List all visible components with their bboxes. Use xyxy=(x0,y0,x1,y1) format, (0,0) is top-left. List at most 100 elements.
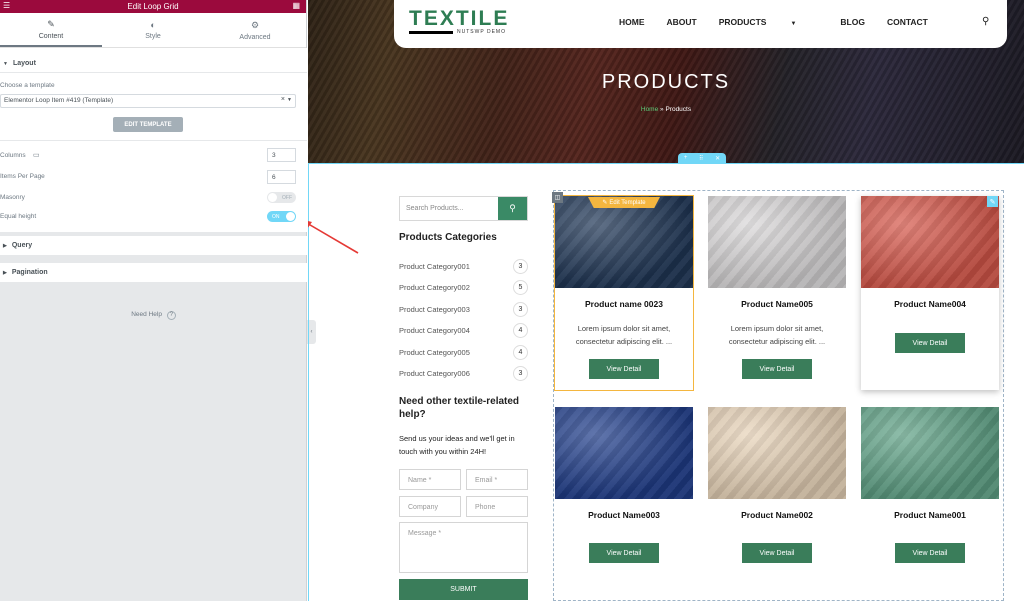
pencil-icon: ✎ xyxy=(602,200,608,206)
category-name: Product Category002 xyxy=(399,282,470,292)
search-button[interactable]: ⚲ xyxy=(498,197,527,220)
equal-height-toggle[interactable]: ON xyxy=(267,211,296,222)
product-card[interactable]: Product Name001 View Detail xyxy=(861,407,999,597)
section-query[interactable]: ▶ Query xyxy=(0,236,307,255)
need-help-link[interactable]: Need Help ? xyxy=(0,311,307,320)
view-detail-button[interactable]: View Detail xyxy=(742,359,812,379)
product-name[interactable]: Product Name002 xyxy=(708,510,846,520)
section-pagination[interactable]: ▶ Pagination xyxy=(0,263,307,282)
category-item[interactable]: Product Category001 3 xyxy=(399,258,528,274)
panel-tabs: ✎ Content ◐ Style ⚙ Advanced xyxy=(0,13,306,48)
logo-text: TEXTILE xyxy=(409,7,510,30)
desktop-icon[interactable]: ▭ xyxy=(33,151,40,159)
section-title: Pagination xyxy=(11,269,48,276)
product-image[interactable] xyxy=(708,196,846,288)
product-image[interactable] xyxy=(555,196,693,288)
help-title: Need other textile-related help? xyxy=(399,396,520,420)
site-logo[interactable]: TEXTILE NUTSWP DEMO xyxy=(409,7,510,35)
product-image[interactable] xyxy=(861,196,999,288)
nav-about[interactable]: ABOUT xyxy=(667,17,697,27)
tab-advanced[interactable]: ⚙ Advanced xyxy=(204,13,306,47)
category-name: Product Category003 xyxy=(399,304,470,314)
items-per-page-input[interactable]: 6 xyxy=(267,170,296,184)
breadcrumb-home[interactable]: Home xyxy=(641,106,658,113)
section-title: Query xyxy=(11,242,33,249)
question-icon: ? xyxy=(166,311,176,320)
add-icon[interactable]: + xyxy=(684,155,688,161)
edit-pencil-icon[interactable]: ✎ xyxy=(987,196,998,207)
view-detail-button[interactable]: View Detail xyxy=(589,543,659,563)
company-field[interactable]: Company xyxy=(399,496,461,517)
product-name[interactable]: Product name 0023 xyxy=(555,299,693,309)
search-input[interactable]: Search Products... xyxy=(400,197,498,220)
site-preview: TEXTILE NUTSWP DEMO HOME ABOUT PRODUCTS ▼… xyxy=(308,0,1024,601)
category-count: 3 xyxy=(513,365,528,381)
section-handle[interactable]: + ⠿ ✕ xyxy=(678,153,726,163)
product-image[interactable] xyxy=(555,407,693,499)
product-card[interactable]: Product Name004 View Detail xyxy=(861,196,999,390)
template-select[interactable]: Elementor Loop Item #419 (Template) × ▼ xyxy=(0,94,296,108)
nav-products-label: PRODUCTS xyxy=(718,17,767,27)
product-card[interactable]: Product Name005 Lorem ipsum dolor sit ame… xyxy=(708,196,846,386)
tab-style[interactable]: ◐ Style xyxy=(102,13,204,47)
caret-right-icon: ▶ xyxy=(3,269,7,276)
view-detail-button[interactable]: View Detail xyxy=(589,359,659,379)
category-item[interactable]: Product Category002 5 xyxy=(399,279,528,295)
close-icon[interactable]: ✕ xyxy=(715,155,720,162)
tab-content[interactable]: ✎ Content xyxy=(0,13,102,47)
category-count: 3 xyxy=(513,258,528,274)
menu-icon[interactable]: ☰ xyxy=(3,2,10,10)
category-count: 4 xyxy=(513,344,528,360)
category-item[interactable]: Product Category005 4 xyxy=(399,344,528,360)
product-image[interactable] xyxy=(708,407,846,499)
nav-products[interactable]: PRODUCTS ▼ xyxy=(719,17,819,27)
caret-down-icon: ▼ xyxy=(3,60,8,67)
category-item[interactable]: Product Category006 3 xyxy=(399,365,528,381)
product-name[interactable]: Product Name003 xyxy=(555,510,693,520)
pencil-icon: ✎ xyxy=(47,18,55,29)
submit-button[interactable]: SUBMIT xyxy=(399,579,528,600)
toggle-text: OFF xyxy=(282,194,292,201)
view-detail-button[interactable]: View Detail xyxy=(742,543,812,563)
view-detail-button[interactable]: View Detail xyxy=(895,333,965,353)
product-card[interactable]: Product Name002 View Detail xyxy=(708,407,846,597)
category-name: Product Category005 xyxy=(399,347,470,357)
items-per-page-label: Items Per Page xyxy=(0,173,45,180)
caret-right-icon: ▶ xyxy=(3,242,7,249)
search-icon[interactable]: ⚲ xyxy=(982,16,989,27)
nav-blog[interactable]: BLOG xyxy=(840,17,865,27)
toggle-knob xyxy=(268,193,277,202)
site-header: TEXTILE NUTSWP DEMO HOME ABOUT PRODUCTS ▼… xyxy=(394,0,1007,48)
nav-home[interactable]: HOME xyxy=(619,17,645,27)
message-field[interactable]: Message * xyxy=(399,522,528,573)
section-layout[interactable]: ▼ Layout xyxy=(0,54,307,73)
product-card[interactable]: Product name 0023 Lorem ipsum dolor sit a… xyxy=(554,195,694,391)
column-icon[interactable]: ◫ xyxy=(552,192,563,203)
product-name[interactable]: Product Name004 xyxy=(861,299,999,309)
breadcrumb: Home » Products xyxy=(308,106,1024,113)
category-item[interactable]: Product Category004 4 xyxy=(399,322,528,338)
product-search: Search Products... ⚲ xyxy=(399,196,528,221)
masonry-toggle[interactable]: OFF xyxy=(267,192,296,203)
name-field[interactable]: Name * xyxy=(399,469,461,490)
email-field[interactable]: Email * xyxy=(466,469,528,490)
product-image[interactable] xyxy=(861,407,999,499)
widgets-grid-icon[interactable]: ▦ xyxy=(292,2,300,10)
categories-title: Products Categories xyxy=(399,232,497,243)
clear-icon[interactable]: × xyxy=(281,96,285,103)
edit-template-badge[interactable]: ✎ Edit Template xyxy=(588,197,660,208)
view-detail-button[interactable]: View Detail xyxy=(895,543,965,563)
product-card[interactable]: Product Name003 View Detail xyxy=(555,407,693,597)
product-description: Lorem ipsum dolor sit amet, consectetur … xyxy=(728,324,826,346)
phone-field[interactable]: Phone xyxy=(466,496,528,517)
section-outline xyxy=(308,163,1024,164)
edit-template-button[interactable]: EDIT TEMPLATE xyxy=(113,117,183,132)
nav-contact[interactable]: CONTACT xyxy=(887,17,928,27)
category-item[interactable]: Product Category003 3 xyxy=(399,301,528,317)
edit-template-label: Edit Template xyxy=(609,199,646,206)
panel-header: ☰ Edit Loop Grid ▦ xyxy=(0,0,306,13)
product-name[interactable]: Product Name001 xyxy=(861,510,999,520)
columns-input[interactable]: 3 xyxy=(267,148,296,162)
product-name[interactable]: Product Name005 xyxy=(708,299,846,309)
drag-handle-icon[interactable]: ⠿ xyxy=(699,155,703,162)
